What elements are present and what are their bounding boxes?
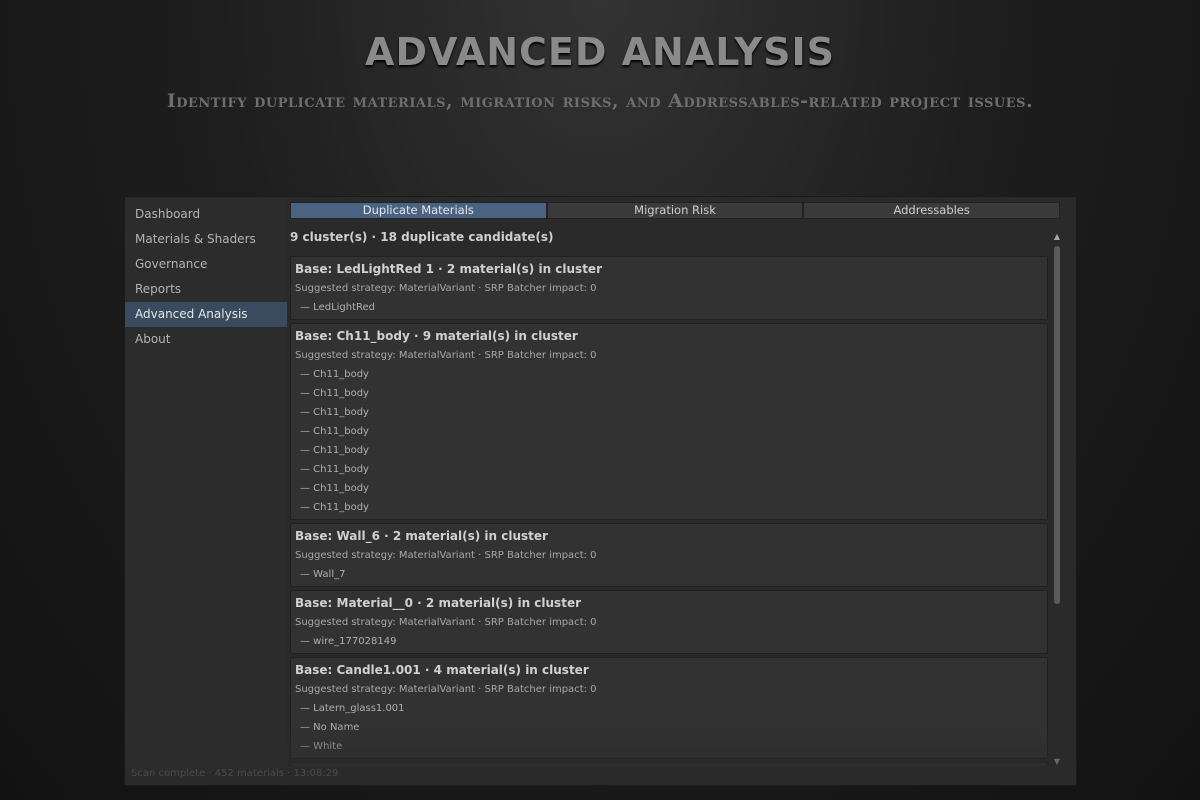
main-panel: Duplicate Materials Migration Risk Address…: [290, 202, 1060, 782]
list-item[interactable]: — Ch11_body: [295, 403, 1043, 422]
cluster-card: Base: Candle1.001 · 4 material(s) in clu…: [290, 657, 1048, 759]
cluster-title: Base: Wall_6 · 2 material(s) in cluster: [295, 529, 548, 543]
sidebar-item-dashboard[interactable]: Dashboard: [125, 202, 287, 227]
tab-duplicate-materials[interactable]: Duplicate Materials: [290, 202, 547, 219]
sidebar-item-advanced-analysis[interactable]: Advanced Analysis: [125, 302, 287, 327]
scrollbar-thumb[interactable]: [1054, 246, 1060, 604]
cluster-card: Base: Wall_6 · 2 material(s) in cluster S…: [290, 523, 1048, 587]
cluster-strategy: Suggested strategy: MaterialVariant · SR…: [295, 350, 597, 361]
cluster-strategy: Suggested strategy: MaterialVariant · SR…: [295, 283, 597, 294]
cluster-list[interactable]: Base: LedLightRed 1 · 2 material(s) in c…: [290, 256, 1048, 766]
cluster-card: Base: SciFi_structure0000 · 2 material(s…: [290, 762, 1048, 766]
cluster-strategy: Suggested strategy: MaterialVariant · SR…: [295, 550, 597, 561]
cluster-strategy: Suggested strategy: MaterialVariant · SR…: [295, 684, 597, 695]
cluster-title: Base: Candle1.001 · 4 material(s) in clu…: [295, 663, 589, 677]
list-item[interactable]: — Ch11_body: [295, 384, 1043, 403]
triangle-down-icon[interactable]: ▼: [1052, 757, 1062, 767]
sidebar-item-reports[interactable]: Reports: [125, 277, 287, 302]
cluster-title: Base: LedLightRed 1 · 2 material(s) in c…: [295, 262, 602, 276]
list-item[interactable]: — Latern_glass1.001: [295, 699, 1043, 718]
hero-subtitle: Identify duplicate materials, migration …: [166, 90, 1034, 112]
list-item[interactable]: — Wall_7: [295, 565, 1043, 584]
list-item[interactable]: — No Name: [295, 718, 1043, 737]
list-item[interactable]: — Ch11_body: [295, 365, 1043, 384]
list-item[interactable]: — White: [295, 737, 1043, 756]
tab-bar: Duplicate Materials Migration Risk Address…: [290, 202, 1061, 219]
sidebar: Dashboard Materials & Shaders Governance Re…: [125, 197, 287, 785]
app-window: Dashboard Materials & Shaders Governance Re…: [124, 196, 1077, 786]
sidebar-item-governance[interactable]: Governance: [125, 252, 287, 277]
list-item[interactable]: — Ch11_body: [295, 422, 1043, 441]
cluster-title: Base: Ch11_body · 9 material(s) in clust…: [295, 329, 578, 343]
triangle-up-icon[interactable]: ▲: [1052, 232, 1062, 242]
list-item[interactable]: — wire_177028149: [295, 632, 1043, 651]
list-item[interactable]: — Ch11_body: [295, 498, 1043, 517]
cluster-card: Base: Material__0 · 2 material(s) in clu…: [290, 590, 1048, 654]
sidebar-item-about[interactable]: About: [125, 327, 287, 352]
cluster-card: Base: LedLightRed 1 · 2 material(s) in c…: [290, 256, 1048, 320]
list-item[interactable]: — Ch11_body: [295, 441, 1043, 460]
cluster-card: Base: Ch11_body · 9 material(s) in clust…: [290, 323, 1048, 520]
cluster-strategy: Suggested strategy: MaterialVariant · SR…: [295, 617, 597, 628]
hero-title: ADVANCED ANALYSIS: [365, 30, 835, 74]
list-item[interactable]: — Ch11_body: [295, 460, 1043, 479]
tab-addressables[interactable]: Addressables: [803, 202, 1061, 219]
cluster-title: Base: Material__0 · 2 material(s) in clu…: [295, 596, 581, 610]
vertical-scrollbar[interactable]: ▲ ▼: [1052, 232, 1062, 767]
status-bar: Scan complete · 452 materials · 13:08:29: [131, 768, 339, 779]
list-item[interactable]: — Ch11_body: [295, 479, 1043, 498]
tab-migration-risk[interactable]: Migration Risk: [546, 202, 804, 219]
sidebar-item-materials-shaders[interactable]: Materials & Shaders: [125, 227, 287, 252]
list-item[interactable]: — LedLightRed: [295, 298, 1043, 317]
cluster-summary: 9 cluster(s) · 18 duplicate candidate(s): [290, 230, 554, 244]
